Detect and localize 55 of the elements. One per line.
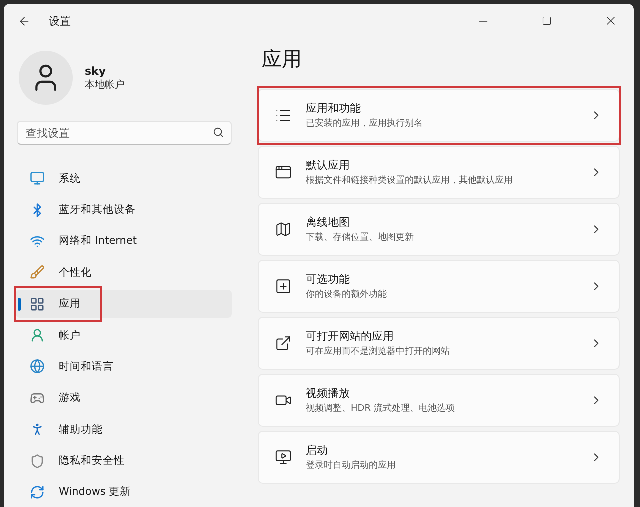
monitor-icon (30, 171, 45, 186)
card-subtitle: 可在应用而不是浏览器中打开的网站 (306, 346, 451, 358)
page-title: 应用 (262, 46, 303, 73)
sidebar-item[interactable]: Windows 更新 (16, 478, 232, 506)
wifi-icon (30, 234, 45, 249)
sidebar-item[interactable]: 蓝牙和其他设备 (16, 196, 232, 224)
card-subtitle: 视频调整、HDR 流式处理、电池选项 (306, 402, 456, 415)
refresh-icon (30, 484, 45, 500)
card-subtitle: 下载、存储位置、地图更新 (306, 232, 415, 244)
settings-card[interactable]: 默认应用 根据文件和链接种类设置的默认应用，其他默认应用 (258, 146, 620, 199)
card-subtitle: 你的设备的额外功能 (306, 288, 388, 301)
globe-icon (30, 359, 45, 374)
sidebar-item[interactable]: 游戏 (16, 384, 232, 412)
person-icon (30, 422, 45, 438)
window-title: 设置 (49, 14, 72, 28)
settings-card[interactable]: 可打开网站的应用 可在应用而不是浏览器中打开的网站 (258, 317, 620, 370)
card-title: 启动 (306, 443, 329, 458)
card-subtitle: 已安装的应用，应用执行别名 (306, 118, 424, 130)
selection-indicator (18, 298, 21, 312)
settings-card[interactable]: 离线地图 下载、存储位置、地图更新 (258, 203, 620, 256)
grid-icon (30, 296, 45, 312)
settings-card[interactable]: 应用和功能 已安装的应用，应用执行别名 (258, 89, 620, 142)
card-title: 可选功能 (306, 272, 351, 287)
map-icon (275, 221, 292, 238)
card-subtitle: 根据文件和链接种类设置的默认应用，其他默认应用 (306, 174, 514, 187)
monitor-icon (275, 449, 292, 466)
window-icon (275, 164, 292, 181)
sidebar-item[interactable]: 隐私和安全性 (16, 447, 232, 476)
account-type: 本地帐户 (85, 78, 125, 92)
sidebar-item[interactable]: 辅助功能 (16, 416, 232, 444)
square-plus-icon (275, 278, 292, 295)
settings-card[interactable]: 可选功能 你的设备的额外功能 (258, 260, 620, 313)
sidebar-item[interactable]: 个性化 (16, 258, 232, 287)
back-icon[interactable] (18, 14, 31, 28)
gamepad-icon (30, 390, 45, 406)
settings-card[interactable]: 启动 登录时自动启动的应用 (258, 431, 620, 484)
sidebar-item[interactable]: 系统 (16, 164, 232, 193)
card-title: 视频播放 (306, 386, 351, 401)
card-title: 离线地图 (306, 215, 351, 230)
account-name: sky (85, 64, 108, 78)
shield-icon (30, 454, 45, 469)
settings-card[interactable]: 视频播放 视频调整、HDR 流式处理、电池选项 (258, 374, 620, 427)
sidebar-item[interactable]: 帐户 (16, 322, 232, 350)
maximize-icon[interactable] (542, 16, 552, 26)
card-title: 默认应用 (306, 158, 351, 173)
search-icon (213, 127, 224, 138)
card-title: 应用和功能 (306, 101, 362, 116)
sidebar-item[interactable]: 网络和 Internet (16, 227, 232, 256)
search-field[interactable]: 查找设置 (17, 121, 232, 145)
sidebar-item[interactable]: 时间和语言 (16, 352, 232, 381)
person-icon (30, 328, 45, 344)
card-title: 可打开网站的应用 (306, 329, 395, 344)
brush-icon (30, 265, 45, 280)
external-link-icon (275, 335, 292, 352)
card-subtitle: 登录时自动启动的应用 (306, 460, 397, 472)
